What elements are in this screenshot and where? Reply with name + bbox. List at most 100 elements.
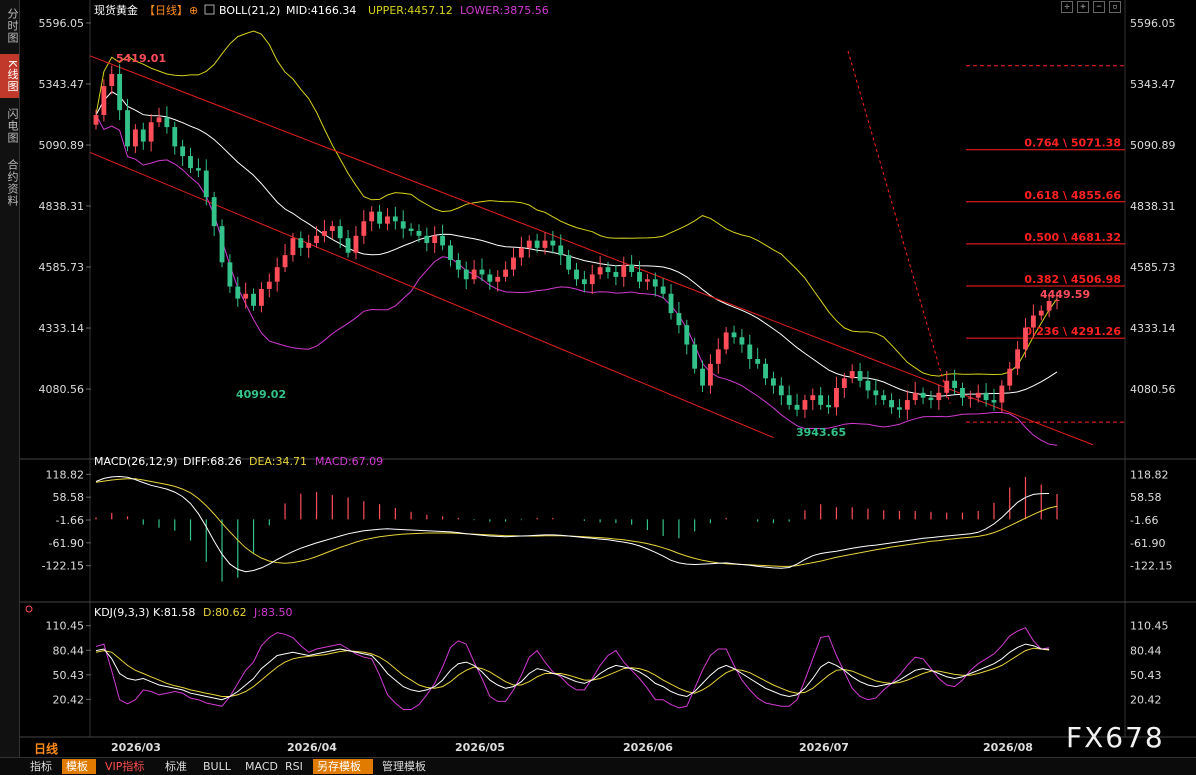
fib-level-label: 0.382 \ 4506.98 xyxy=(1024,273,1121,286)
candle-body xyxy=(589,274,595,285)
crosshair-icon[interactable]: ✛ xyxy=(1061,1,1073,13)
toolbar-tab[interactable]: 指标 xyxy=(26,759,57,774)
macd-diff-line xyxy=(95,475,1050,573)
candle-body xyxy=(117,73,123,111)
candle-body xyxy=(692,344,698,369)
channel-upper-line xyxy=(89,55,1094,446)
toolbar-tab[interactable]: VIP指标 xyxy=(101,759,156,774)
candle-body xyxy=(550,240,556,246)
zoom-in-icon[interactable]: + xyxy=(1077,1,1089,13)
candle-body xyxy=(211,197,217,227)
candle-body xyxy=(227,262,233,287)
macd-tick-right: -1.66 xyxy=(1130,514,1158,527)
fx678-logo: FX678 xyxy=(1066,721,1165,754)
candle-body xyxy=(518,247,524,258)
candle-body xyxy=(802,400,808,410)
price-tick-left: 5343.47 xyxy=(39,78,85,91)
zoom-out-icon[interactable]: − xyxy=(1093,1,1105,13)
price-tick-left: 4585.73 xyxy=(39,261,85,274)
candle-body xyxy=(140,129,146,142)
bottom-toolbar: 指标 模板 VIP指标 标准 BULL MACD RSI 另存模板 管理模板 xyxy=(0,757,1196,775)
candle-body xyxy=(282,255,288,268)
bollinger-bands xyxy=(95,30,1058,446)
candle-body xyxy=(660,286,666,294)
candle-body xyxy=(188,156,193,169)
last-price-label: 4449.59 xyxy=(1040,288,1090,301)
candle-body xyxy=(329,226,335,231)
toolbar-tab[interactable]: 另存模板 xyxy=(313,759,373,774)
time-axis: 2026/03 2026/04 2026/05 2026/06 2026/07 2026/… xyxy=(111,741,1033,754)
instrument-name: 现货黄金 xyxy=(94,3,138,17)
fib-level-label: 0.500 \ 4681.32 xyxy=(1024,231,1121,244)
candle-body xyxy=(936,392,942,401)
boll-upper-line xyxy=(95,30,1058,377)
toolbar-tab[interactable]: 管理模板 xyxy=(378,759,438,774)
toolbar-tab[interactable]: BULL xyxy=(199,759,236,774)
macd-dea-label: DEA:34.71 xyxy=(249,455,307,468)
toolbar-tab[interactable]: 标准 xyxy=(161,759,194,774)
candle-body xyxy=(904,400,910,410)
kdj-tick-left: 80.44 xyxy=(53,644,85,657)
candle-body xyxy=(1007,368,1013,386)
macd-value-label: MACD:67.09 xyxy=(315,455,383,468)
macd-tick-right: -122.15 xyxy=(1130,560,1172,573)
candle-body xyxy=(897,407,902,410)
date-tick-label: 2026/06 xyxy=(623,741,673,754)
candle-body xyxy=(471,269,477,280)
macd-tick-left: 58.58 xyxy=(53,491,85,504)
candle-body xyxy=(613,272,619,277)
kdj-tick-left: 50.43 xyxy=(53,669,85,682)
boll-name: BOLL(21,2) xyxy=(219,4,280,17)
candle-body xyxy=(865,380,871,391)
candle-body xyxy=(424,235,430,244)
candle-body xyxy=(952,380,958,388)
kdj-j-line xyxy=(95,627,1050,710)
candlesticks xyxy=(93,64,1060,420)
candle-body xyxy=(258,288,264,306)
indicator-icon[interactable] xyxy=(204,4,215,15)
toolbar-tab[interactable]: 模板 xyxy=(62,759,96,774)
candle-body xyxy=(991,400,997,403)
macd-tick-left: 118.82 xyxy=(46,468,85,481)
kdj-k-label: K:81.58 xyxy=(153,606,195,619)
candle-body xyxy=(109,73,115,87)
candle-body xyxy=(889,400,895,408)
candle-body xyxy=(1023,327,1028,350)
candle-body xyxy=(290,238,296,256)
kdj-tick-right: 110.45 xyxy=(1130,620,1169,633)
candle-body xyxy=(440,235,446,246)
candle-body xyxy=(306,243,312,248)
candle-body xyxy=(818,395,824,405)
candle-body xyxy=(101,86,107,116)
high-price-label: 5419.01 xyxy=(116,52,166,65)
candle-body xyxy=(723,332,729,350)
settings-icon[interactable]: ⊕ xyxy=(189,4,198,17)
kline-chart[interactable]: 现货黄金 【日线】 ⊕ BOLL(21,2) MID:4166.34 UPPER… xyxy=(0,0,1196,757)
candle-body xyxy=(747,344,753,359)
toolbar-tab[interactable]: MACD xyxy=(241,759,278,774)
candle-body xyxy=(597,267,603,275)
kdj-tick-left: 110.45 xyxy=(46,620,85,633)
price-tick-right: 4838.31 xyxy=(1130,200,1176,213)
candle-body xyxy=(172,127,178,147)
candle-body xyxy=(857,371,863,381)
candle-body xyxy=(999,385,1005,403)
candle-body xyxy=(408,228,414,231)
price-tick-left: 4838.31 xyxy=(39,200,85,213)
candle-body xyxy=(700,368,705,386)
candle-body xyxy=(715,349,721,364)
boll-upper-label: UPPER:4457.12 xyxy=(368,4,453,17)
candle-body xyxy=(479,269,485,275)
candle-body xyxy=(629,264,635,273)
candle-body xyxy=(731,332,737,338)
toolbar-tab[interactable]: RSI xyxy=(281,759,308,774)
candle-body xyxy=(967,397,973,399)
candle-body xyxy=(274,267,280,282)
candle-body xyxy=(251,293,256,306)
candle-body xyxy=(1038,310,1044,316)
candle-body xyxy=(841,378,847,388)
candle-body xyxy=(432,235,438,244)
current-period-label: 日线 xyxy=(34,742,59,756)
kdj-settings-icon[interactable] xyxy=(25,605,33,613)
fullscreen-icon[interactable]: ▫ xyxy=(1109,1,1121,13)
